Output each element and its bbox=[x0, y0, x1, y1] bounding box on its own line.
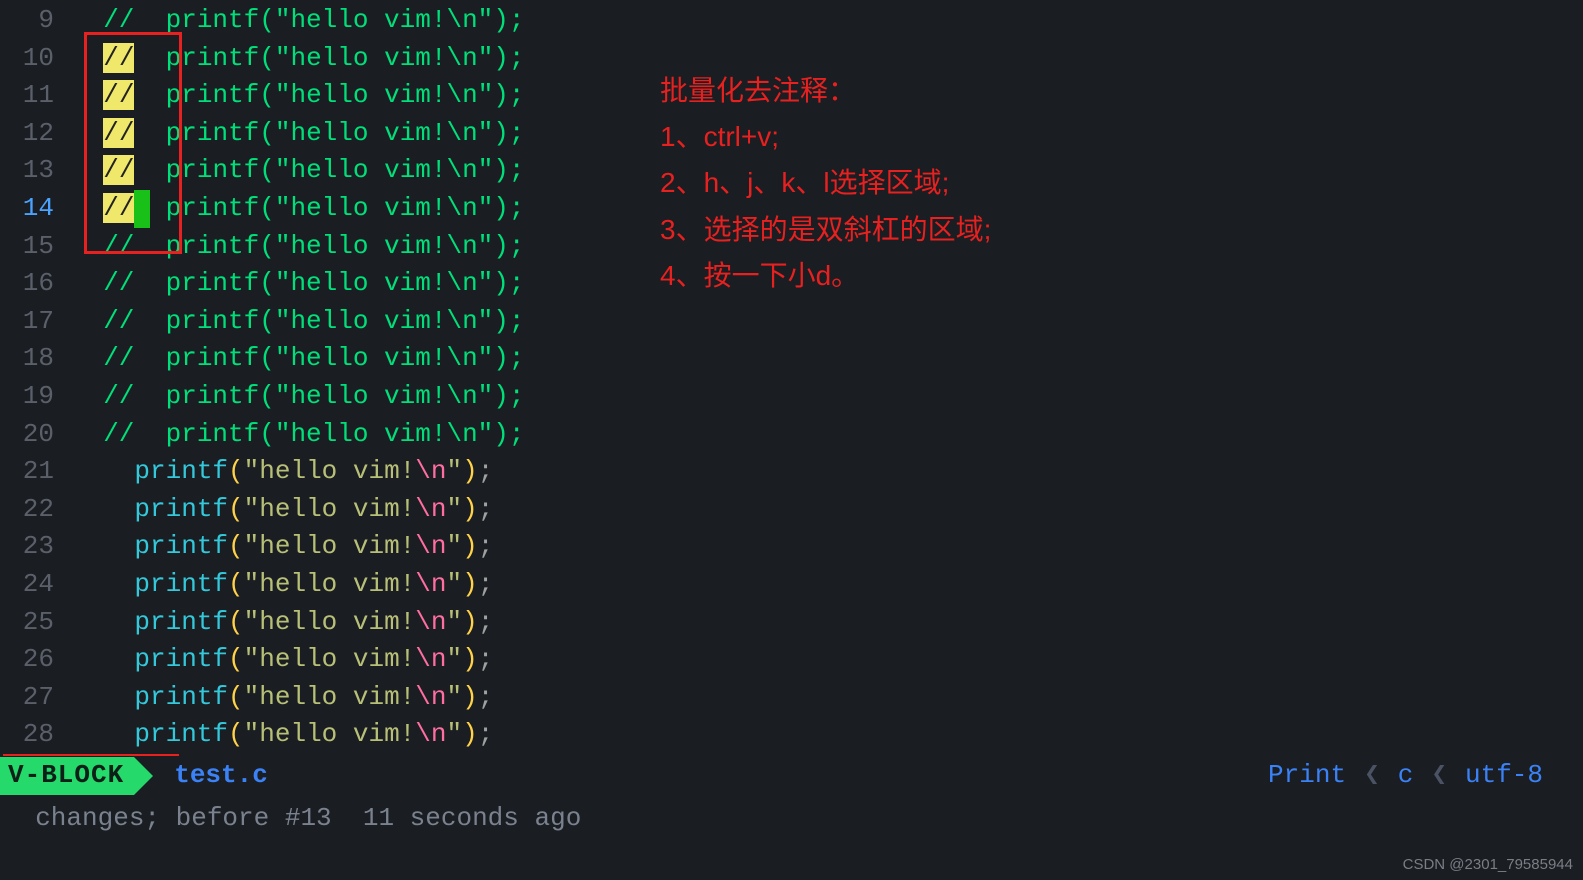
line-number: 19 bbox=[0, 378, 72, 416]
code-content: // printf("hello vim!\n"); bbox=[72, 77, 525, 115]
filetype-label: c bbox=[1398, 757, 1414, 795]
code-line[interactable]: 27 printf("hello vim!\n"); bbox=[0, 679, 1583, 717]
code-content: // printf("hello vim!\n"); bbox=[72, 115, 525, 153]
code-line[interactable]: 20 // printf("hello vim!\n"); bbox=[0, 416, 1583, 454]
code-content: printf("hello vim!\n"); bbox=[72, 641, 493, 679]
line-number: 25 bbox=[0, 604, 72, 642]
chevron-left-icon: ❮ bbox=[1431, 757, 1447, 795]
status-bar: V-BLOCK test.c Print ❮ c ❮ utf-8 bbox=[0, 756, 1583, 796]
code-line[interactable]: 23 printf("hello vim!\n"); bbox=[0, 528, 1583, 566]
line-number: 14 bbox=[0, 190, 72, 228]
line-number: 23 bbox=[0, 528, 72, 566]
visual-block-selection: // bbox=[103, 80, 134, 110]
code-line[interactable]: 21 printf("hello vim!\n"); bbox=[0, 453, 1583, 491]
code-content: printf("hello vim!\n"); bbox=[72, 566, 493, 604]
line-number: 21 bbox=[0, 453, 72, 491]
code-content: // printf("hello vim!\n"); bbox=[72, 228, 524, 266]
line-number: 11 bbox=[0, 77, 72, 115]
code-content: // printf("hello vim!\n"); bbox=[72, 303, 524, 341]
line-number: 28 bbox=[0, 716, 72, 754]
annotation-step: 2、h、j、k、l选择区域; bbox=[660, 160, 991, 206]
code-line[interactable]: 24 printf("hello vim!\n"); bbox=[0, 566, 1583, 604]
code-line[interactable]: 26 printf("hello vim!\n"); bbox=[0, 641, 1583, 679]
encoding-label: utf-8 bbox=[1465, 757, 1543, 795]
line-number: 17 bbox=[0, 303, 72, 341]
line-number: 9 bbox=[0, 2, 72, 40]
annotation-overlay: 批量化去注释： 1、ctrl+v; 2、h、j、k、l选择区域; 3、选择的是双… bbox=[660, 68, 991, 299]
line-number: 26 bbox=[0, 641, 72, 679]
code-line[interactable]: 25 printf("hello vim!\n"); bbox=[0, 604, 1583, 642]
visual-block-selection: // bbox=[103, 193, 134, 223]
code-line[interactable]: 17 // printf("hello vim!\n"); bbox=[0, 303, 1583, 341]
code-content: // printf("hello vim!\n"); bbox=[72, 340, 524, 378]
visual-block-selection: // bbox=[103, 43, 134, 73]
code-content: // printf("hello vim!\n"); bbox=[72, 378, 524, 416]
watermark: CSDN @2301_79585944 bbox=[1403, 854, 1573, 876]
message-line: changes; before #13 11 seconds ago bbox=[0, 800, 581, 838]
line-number: 22 bbox=[0, 491, 72, 529]
code-content: // printf("hello vim!\n"); bbox=[72, 40, 525, 78]
visual-block-selection: // bbox=[103, 118, 134, 148]
line-number: 18 bbox=[0, 340, 72, 378]
code-content: // printf("hello vim!\n"); bbox=[72, 416, 524, 454]
code-content: // printf("hello vim!\n"); bbox=[72, 152, 525, 190]
code-content: printf("hello vim!\n"); bbox=[72, 604, 493, 642]
code-content: printf("hello vim!\n"); bbox=[72, 679, 493, 717]
cursor bbox=[134, 190, 150, 228]
line-number: 24 bbox=[0, 566, 72, 604]
line-number: 12 bbox=[0, 115, 72, 153]
line-number: 27 bbox=[0, 679, 72, 717]
status-right-section: Print ❮ c ❮ utf-8 bbox=[1268, 757, 1583, 795]
annotation-step: 3、选择的是双斜杠的区域; bbox=[660, 207, 991, 253]
visual-block-selection: // bbox=[103, 155, 134, 185]
code-content: printf("hello vim!\n"); bbox=[72, 491, 493, 529]
annotation-title: 批量化去注释： bbox=[660, 68, 991, 114]
line-number: 16 bbox=[0, 265, 72, 303]
line-number: 10 bbox=[0, 40, 72, 78]
code-line[interactable]: 18 // printf("hello vim!\n"); bbox=[0, 340, 1583, 378]
code-content: printf("hello vim!\n"); bbox=[72, 453, 493, 491]
line-number: 13 bbox=[0, 152, 72, 190]
code-content: printf("hello vim!\n"); bbox=[72, 528, 493, 566]
code-content: // printf("hello vim!\n"); bbox=[72, 2, 524, 40]
code-line[interactable]: 19 // printf("hello vim!\n"); bbox=[0, 378, 1583, 416]
code-line[interactable]: 9 // printf("hello vim!\n"); bbox=[0, 2, 1583, 40]
code-content: // printf("hello vim!\n"); bbox=[72, 265, 524, 303]
code-content: // printf("hello vim!\n"); bbox=[72, 190, 525, 228]
mode-indicator: V-BLOCK bbox=[0, 757, 134, 795]
line-number: 20 bbox=[0, 416, 72, 454]
status-print-label: Print bbox=[1268, 757, 1346, 795]
filename-label: test.c bbox=[174, 757, 268, 795]
code-line[interactable]: 28 printf("hello vim!\n"); bbox=[0, 716, 1583, 754]
code-content: printf("hello vim!\n"); bbox=[72, 716, 493, 754]
annotation-step: 1、ctrl+v; bbox=[660, 114, 991, 160]
code-line[interactable]: 22 printf("hello vim!\n"); bbox=[0, 491, 1583, 529]
chevron-left-icon: ❮ bbox=[1364, 757, 1380, 795]
line-number: 15 bbox=[0, 228, 72, 266]
annotation-step: 4、按一下小d。 bbox=[660, 253, 991, 299]
